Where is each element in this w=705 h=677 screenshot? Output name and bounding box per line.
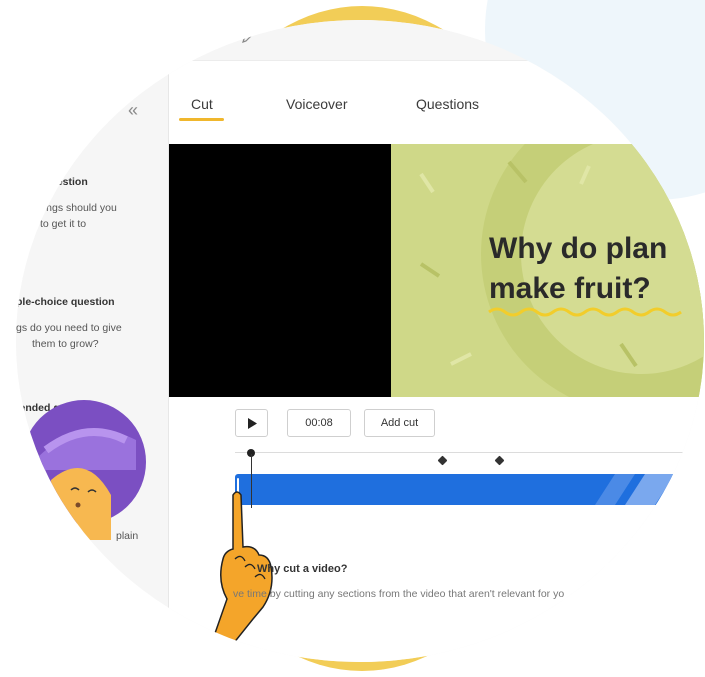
tab-voiceover[interactable]: Voiceover [286, 96, 347, 112]
question-type-label: ple-choice question [16, 296, 115, 308]
video-timeline-bar[interactable] [235, 474, 704, 505]
question-text[interactable]: gs do you need to give [16, 320, 122, 337]
question-sidebar: « question hings should you to get it to… [16, 20, 169, 662]
info-text: ve time by cutting any sections from the… [233, 588, 565, 600]
editor-panel: Cut Voiceover Questions Why do plan make… [169, 61, 704, 662]
question-type-label: question [44, 176, 88, 188]
video-title-line: make fruit? [489, 272, 651, 305]
timecode-display[interactable]: 00:08 [287, 409, 351, 437]
timeline-stripes [595, 474, 704, 505]
question-text[interactable]: to get it to [40, 216, 86, 233]
avatar-illustration [22, 400, 146, 540]
document-header: do pla... [169, 20, 704, 61]
pencil-icon[interactable] [241, 30, 255, 44]
video-frame: Why do plan make fruit? [391, 144, 704, 397]
play-icon [247, 417, 257, 429]
play-button[interactable] [235, 409, 268, 437]
diamond-marker-icon[interactable] [684, 455, 695, 466]
screenshot-stage: « question hings should you to get it to… [0, 0, 705, 677]
info-heading: Why cut a video? [257, 563, 348, 575]
video-letterbox [169, 144, 391, 397]
tab-cut[interactable]: Cut [191, 96, 213, 112]
diamond-marker-icon[interactable] [437, 455, 448, 466]
question-text[interactable]: them to grow? [32, 336, 99, 353]
double-chevron-left-icon[interactable]: « [128, 100, 138, 121]
tab-questions[interactable]: Questions [416, 96, 479, 112]
app-window: « question hings should you to get it to… [16, 20, 704, 662]
question-text[interactable]: hings should you [38, 200, 117, 217]
timeline-track [235, 452, 704, 453]
video-title-line: Why do plan [489, 232, 668, 265]
add-cut-button[interactable]: Add cut [364, 409, 435, 437]
video-preview[interactable]: Why do plan make fruit? [169, 144, 704, 397]
diamond-marker-icon[interactable] [494, 455, 505, 466]
active-tab-indicator [179, 118, 224, 121]
document-title[interactable]: do pla... [173, 33, 210, 45]
video-title-text: Why do plan make fruit? [489, 229, 667, 309]
